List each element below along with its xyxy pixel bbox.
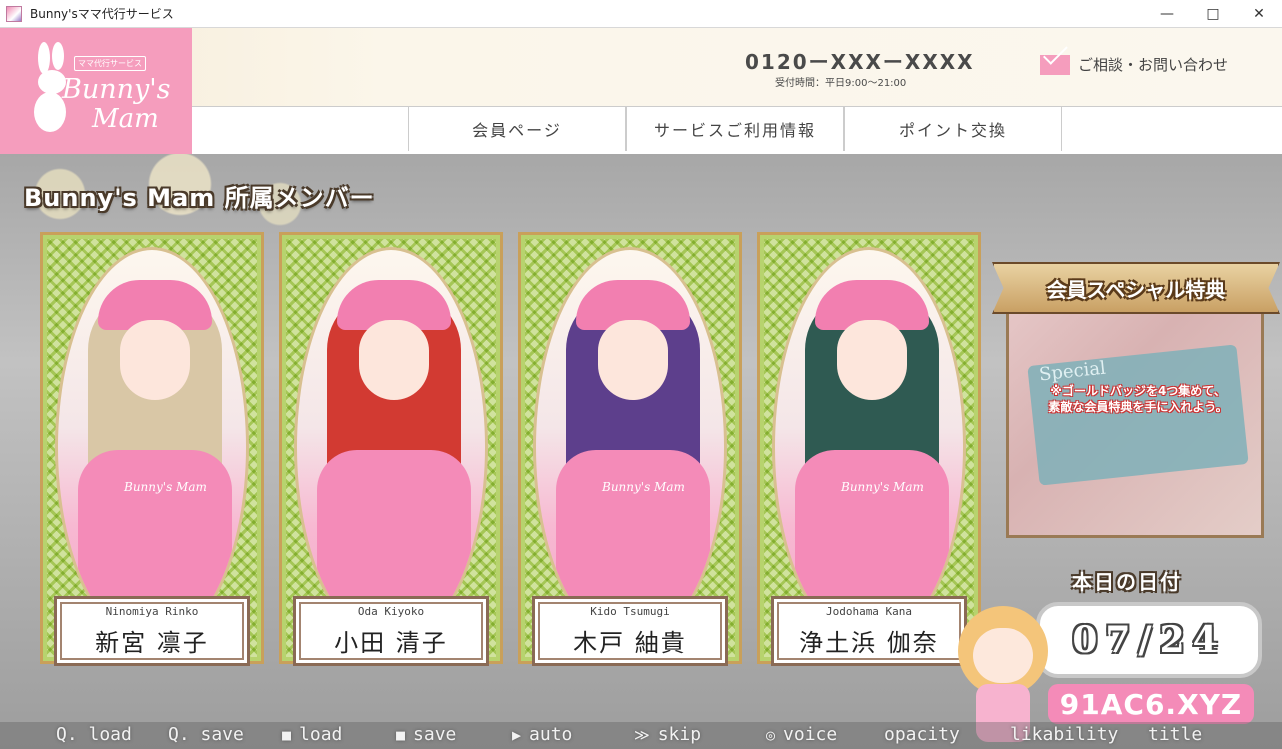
fast-forward-icon: ≫ xyxy=(634,726,650,744)
member-portrait: Bunny's Mam xyxy=(55,247,249,647)
minimize-button[interactable]: — xyxy=(1144,0,1190,28)
nav-service-info[interactable]: サービスご利用情報 xyxy=(626,107,844,151)
date-display: 07/24 xyxy=(1036,602,1262,678)
member-kanji: 新宮 凛子 xyxy=(95,629,209,657)
logo-text-line1: Bunny's xyxy=(62,74,171,105)
voice-icon: ◎ xyxy=(766,726,776,744)
window-title: Bunny'sママ代行サービス xyxy=(30,7,174,21)
date-label: 本日の日付 xyxy=(1072,570,1182,594)
load-button[interactable]: ■ load xyxy=(282,724,342,745)
quick-load-button[interactable]: Q. load xyxy=(56,724,132,745)
business-hours: 受付時間：平日9:00～21:00 xyxy=(775,78,907,89)
auto-button[interactable]: ▶ auto xyxy=(512,724,572,745)
nav-point-exchange[interactable]: ポイント交換 xyxy=(844,107,1062,151)
apron-logo: Bunny's Mam xyxy=(124,480,207,494)
save-icon: ■ xyxy=(396,726,406,744)
member-special-panel[interactable]: Special ※ゴールドバッジを4つ集めて、 素敵な会員特典を手に入れよう。 xyxy=(1006,282,1264,538)
date-value: 07/24 xyxy=(1072,619,1226,661)
app-icon xyxy=(6,5,22,22)
maximize-button[interactable]: □ xyxy=(1190,0,1236,28)
member-portrait xyxy=(294,247,488,647)
close-button[interactable]: ✕ xyxy=(1236,0,1282,28)
section-title: Bunny's Mam 所属メンバー xyxy=(24,184,375,212)
member-nameplate[interactable]: Kido Tsumugi 木戸 紬貴 xyxy=(532,596,728,666)
logo-text-line2: Mam xyxy=(92,104,159,134)
special-note: ※ゴールドバッジを4つ集めて、 素敵な会員特典を手に入れよう。 xyxy=(1048,384,1228,414)
contact-label: ご相談・お問い合わせ xyxy=(1078,56,1229,74)
main-nav: 会員ページ サービスご利用情報 ポイント交換 xyxy=(192,106,1282,154)
control-bar: Q. load Q. save ■ load ■ save ▶ auto ≫ skip … xyxy=(0,722,1282,749)
nav-member-page[interactable]: 会員ページ xyxy=(408,107,626,151)
opacity-button[interactable]: opacity xyxy=(884,724,960,745)
quick-save-button[interactable]: Q. save xyxy=(168,724,244,745)
contact-link[interactable]: ご相談・お問い合わせ xyxy=(1040,54,1228,75)
mail-icon xyxy=(1040,54,1070,75)
play-icon: ▶ xyxy=(512,726,522,744)
voice-button[interactable]: ◎ voice xyxy=(766,724,837,745)
member-kanji: 木戸 紬貴 xyxy=(573,629,687,657)
phone-number: 0120ーXXXーXXXX xyxy=(745,50,975,74)
load-icon: ■ xyxy=(282,726,292,744)
bunnys-mam-logo: ママ代行サービス Bunny's Mam xyxy=(0,28,192,154)
member-portrait: Bunny's Mam xyxy=(772,247,966,647)
member-romaji: Kido Tsumugi xyxy=(590,605,670,618)
site-header: ママ代行サービス Bunny's Mam 0120ーXXXーXXXX 受付時間：… xyxy=(0,28,1282,154)
member-kanji: 浄土浜 伽奈 xyxy=(799,629,939,657)
watermark: 91AC6.XYZ xyxy=(1048,684,1254,724)
logo-subtitle: ママ代行サービス xyxy=(74,56,146,71)
apron-logo: Bunny's Mam xyxy=(602,480,685,494)
likability-button[interactable]: likability xyxy=(1010,724,1118,745)
special-ribbon: 会員スペシャル特典 xyxy=(992,262,1280,314)
member-nameplate[interactable]: Ninomiya Rinko 新宮 凛子 xyxy=(54,596,250,666)
member-kanji: 小田 清子 xyxy=(334,629,448,657)
member-romaji: Jodohama Kana xyxy=(825,605,913,618)
save-button[interactable]: ■ save xyxy=(396,724,456,745)
member-romaji: Oda Kiyoko xyxy=(357,605,425,618)
member-nameplate[interactable]: Jodohama Kana 浄土浜 伽奈 xyxy=(771,596,967,666)
special-title: 会員スペシャル特典 xyxy=(1046,277,1226,302)
title-button[interactable]: title xyxy=(1148,724,1202,745)
main-area: Bunny's Mam 所属メンバー Bunny's Mam Ninomiya … xyxy=(0,154,1282,749)
member-romaji: Ninomiya Rinko xyxy=(105,605,199,618)
skip-button[interactable]: ≫ skip xyxy=(634,724,701,745)
window-titlebar: Bunny'sママ代行サービス — □ ✕ xyxy=(0,0,1282,28)
member-nameplate[interactable]: Oda Kiyoko 小田 清子 xyxy=(293,596,489,666)
member-portrait: Bunny's Mam xyxy=(533,247,727,647)
apron-logo: Bunny's Mam xyxy=(841,480,924,494)
